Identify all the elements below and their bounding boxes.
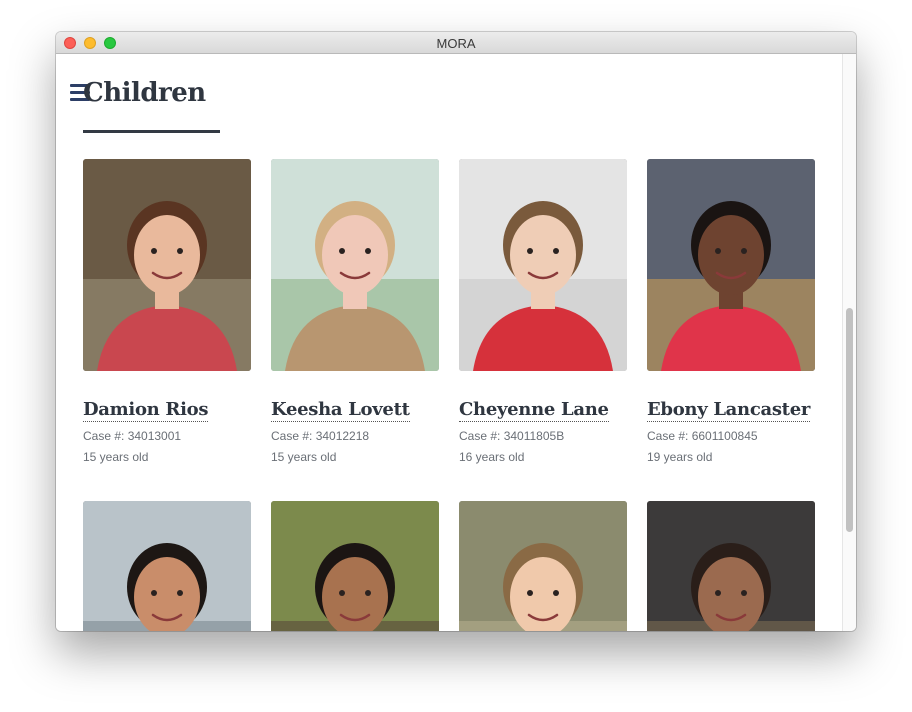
- child-name-link[interactable]: Keesha Lovett: [271, 399, 410, 422]
- child-card[interactable]: [647, 501, 815, 631]
- child-name-link[interactable]: Ebony Lancaster: [647, 399, 810, 422]
- child-photo[interactable]: [647, 501, 815, 631]
- child-photo[interactable]: [647, 159, 815, 371]
- child-card[interactable]: [83, 501, 251, 631]
- title-bar: MORA: [56, 32, 856, 54]
- child-age: 15 years old: [271, 450, 337, 464]
- title-underline: [83, 130, 220, 133]
- app-window: MORA Children Damion Rios Case #: 340130…: [56, 32, 856, 631]
- child-case-number: Case #: 34011805B: [459, 429, 565, 443]
- child-photo[interactable]: [271, 159, 439, 371]
- child-card[interactable]: [459, 501, 627, 631]
- child-card[interactable]: Cheyenne Lane Case #: 34011805B 16 years…: [459, 159, 627, 501]
- child-card[interactable]: Damion Rios Case #: 34013001 15 years ol…: [83, 159, 251, 501]
- child-photo[interactable]: [83, 501, 251, 631]
- child-case-number: Case #: 34013001: [83, 429, 182, 443]
- child-card[interactable]: [271, 501, 439, 631]
- child-photo[interactable]: [459, 159, 627, 371]
- child-card[interactable]: Ebony Lancaster Case #: 6601100845 19 ye…: [647, 159, 815, 501]
- window-title: MORA: [436, 36, 476, 51]
- page-title: Children: [83, 78, 206, 108]
- children-grid: Damion Rios Case #: 34013001 15 years ol…: [83, 159, 815, 631]
- child-age: 15 years old: [83, 450, 149, 464]
- main-content: Children Damion Rios Case #: 34013001 15…: [56, 54, 842, 631]
- vertical-scrollbar[interactable]: [842, 54, 856, 631]
- child-age: 19 years old: [647, 450, 713, 464]
- child-name-link[interactable]: Damion Rios: [83, 399, 208, 422]
- child-case-number: Case #: 34012218: [271, 429, 370, 443]
- child-age: 16 years old: [459, 450, 525, 464]
- child-photo[interactable]: [459, 501, 627, 631]
- child-name-link[interactable]: Cheyenne Lane: [459, 399, 609, 422]
- scrollbar-thumb[interactable]: [846, 308, 853, 532]
- child-photo[interactable]: [271, 501, 439, 631]
- child-card[interactable]: Keesha Lovett Case #: 34012218 15 years …: [271, 159, 439, 501]
- child-photo[interactable]: [83, 159, 251, 371]
- child-case-number: Case #: 6601100845: [647, 429, 758, 443]
